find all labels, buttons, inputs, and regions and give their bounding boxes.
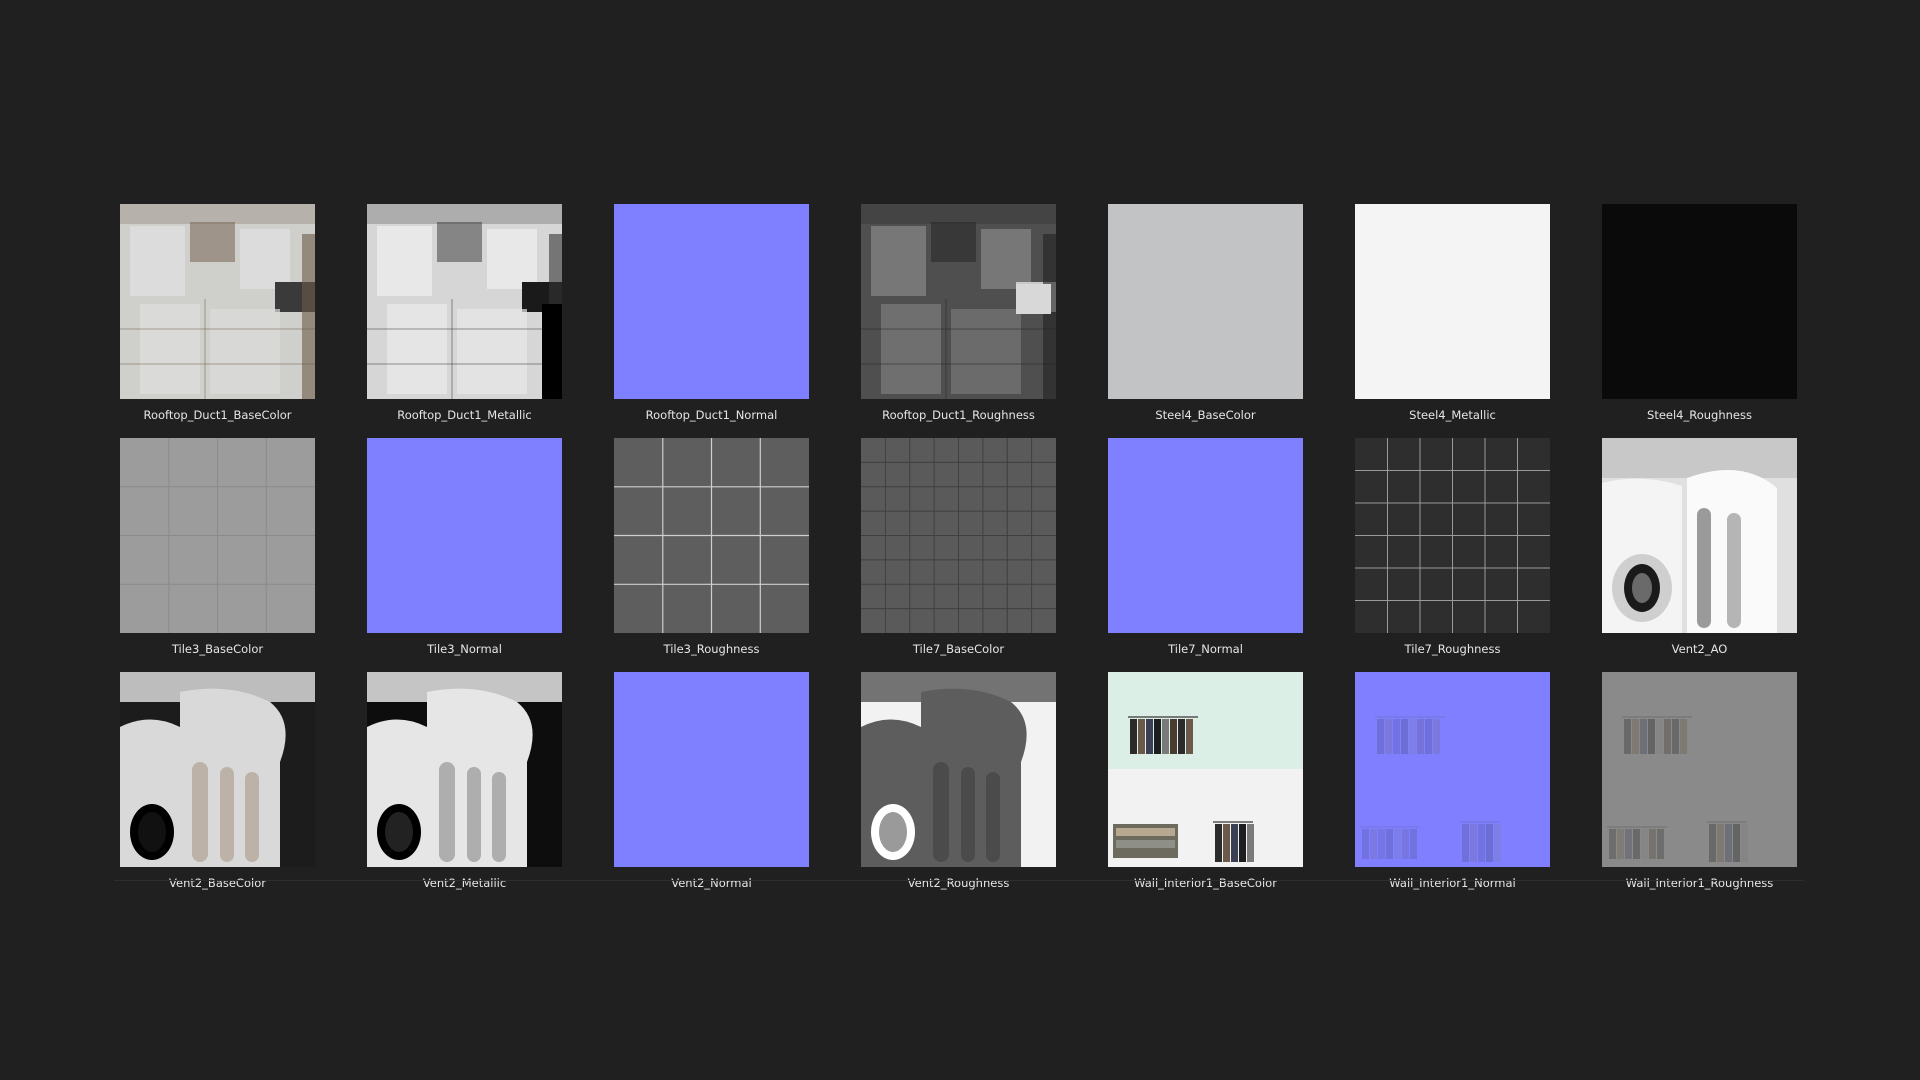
texture-thumbnail-item[interactable]: Tile7_Roughness bbox=[1351, 434, 1551, 656]
texture-filename-label: Tile7_BaseColor bbox=[912, 642, 1005, 656]
texture-filename-label: Tile3_Roughness bbox=[663, 642, 760, 656]
texture-thumbnail-item[interactable]: Tile3_Roughness bbox=[610, 434, 810, 656]
thumbnail-grid: Rooftop_Duct1_BaseColor Rooftop_Duct1_Met… bbox=[116, 200, 1804, 890]
texture-preview-image bbox=[120, 204, 315, 399]
texture-filename-label: Vent2_BaseColor bbox=[169, 876, 266, 890]
texture-filename-label: Rooftop_Duct1_BaseColor bbox=[143, 408, 292, 422]
texture-filename-label: Vent2_Normal bbox=[671, 876, 752, 890]
divider bbox=[114, 880, 1804, 881]
texture-filename-label: Tile7_Roughness bbox=[1404, 642, 1501, 656]
texture-preview-image bbox=[367, 438, 562, 633]
texture-preview-image bbox=[861, 204, 1056, 399]
texture-preview-image bbox=[861, 672, 1056, 867]
texture-thumbnail-item[interactable]: Tile3_Normal bbox=[363, 434, 563, 656]
texture-preview-image bbox=[367, 672, 562, 867]
texture-preview-image bbox=[1355, 438, 1550, 633]
texture-filename-label: Vent2_AO bbox=[1671, 642, 1728, 656]
texture-preview-image bbox=[367, 204, 562, 399]
texture-thumbnail-item[interactable]: Tile7_Normal bbox=[1104, 434, 1304, 656]
texture-thumbnail-item[interactable]: Vent2_BaseColor bbox=[116, 668, 316, 890]
texture-preview-image bbox=[120, 438, 315, 633]
texture-preview-image bbox=[1602, 672, 1797, 867]
texture-filename-label: Tile7_Normal bbox=[1168, 642, 1243, 656]
texture-preview-image bbox=[120, 672, 315, 867]
texture-thumbnail-item[interactable]: Steel4_Metallic bbox=[1351, 200, 1551, 422]
texture-filename-label: Steel4_Roughness bbox=[1647, 408, 1752, 422]
texture-thumbnail-item[interactable]: Vent2_AO bbox=[1598, 434, 1798, 656]
texture-thumbnail-item[interactable]: Steel4_BaseColor bbox=[1104, 200, 1304, 422]
texture-filename-label: Rooftop_Duct1_Metallic bbox=[397, 408, 532, 422]
texture-thumbnail-item[interactable]: Tile7_BaseColor bbox=[857, 434, 1057, 656]
texture-thumbnail-item[interactable]: Rooftop_Duct1_Normal bbox=[610, 200, 810, 422]
texture-filename-label: Vent2_Roughness bbox=[907, 876, 1010, 890]
texture-thumbnail-item[interactable]: Rooftop_Duct1_Roughness bbox=[857, 200, 1057, 422]
texture-filename-label: Tile3_Normal bbox=[427, 642, 502, 656]
texture-thumbnail-item[interactable]: Steel4_Roughness bbox=[1598, 200, 1798, 422]
texture-thumbnail-item[interactable]: Vent2_Roughness bbox=[857, 668, 1057, 890]
texture-preview-image bbox=[1108, 204, 1303, 399]
texture-filename-label: Wall_Interior1_BaseColor bbox=[1134, 876, 1277, 890]
texture-preview-image bbox=[1602, 204, 1797, 399]
texture-filename-label: Steel4_Metallic bbox=[1409, 408, 1496, 422]
texture-preview-image bbox=[614, 438, 809, 633]
texture-thumbnail-item[interactable]: Vent2_Normal bbox=[610, 668, 810, 890]
texture-preview-image bbox=[1108, 672, 1303, 867]
texture-thumbnail-item[interactable]: Vent2_Metallic bbox=[363, 668, 563, 890]
texture-preview-image bbox=[1355, 672, 1550, 867]
texture-filename-label: Rooftop_Duct1_Normal bbox=[645, 408, 778, 422]
texture-thumbnail-item[interactable]: Tile3_BaseColor bbox=[116, 434, 316, 656]
texture-thumbnail-item[interactable]: Wall_Interior1_Roughness bbox=[1598, 668, 1798, 890]
texture-thumbnail-item[interactable]: Rooftop_Duct1_Metallic bbox=[363, 200, 563, 422]
texture-filename-label: Tile3_BaseColor bbox=[171, 642, 264, 656]
texture-filename-label: Vent2_Metallic bbox=[422, 876, 507, 890]
texture-filename-label: Wall_Interior1_Roughness bbox=[1625, 876, 1774, 890]
texture-filename-label: Rooftop_Duct1_Roughness bbox=[882, 408, 1035, 422]
texture-preview-image bbox=[1355, 204, 1550, 399]
texture-thumbnail-item[interactable]: Wall_Interior1_Normal bbox=[1351, 668, 1551, 890]
texture-filename-label: Steel4_BaseColor bbox=[1155, 408, 1256, 422]
texture-preview-image bbox=[614, 672, 809, 867]
texture-preview-image bbox=[861, 438, 1056, 633]
texture-thumbnail-item[interactable]: Wall_Interior1_BaseColor bbox=[1104, 668, 1304, 890]
texture-preview-image bbox=[614, 204, 809, 399]
texture-filename-label: Wall_Interior1_Normal bbox=[1389, 876, 1516, 890]
texture-preview-image bbox=[1108, 438, 1303, 633]
texture-preview-image bbox=[1602, 438, 1797, 633]
texture-thumbnail-item[interactable]: Rooftop_Duct1_BaseColor bbox=[116, 200, 316, 422]
